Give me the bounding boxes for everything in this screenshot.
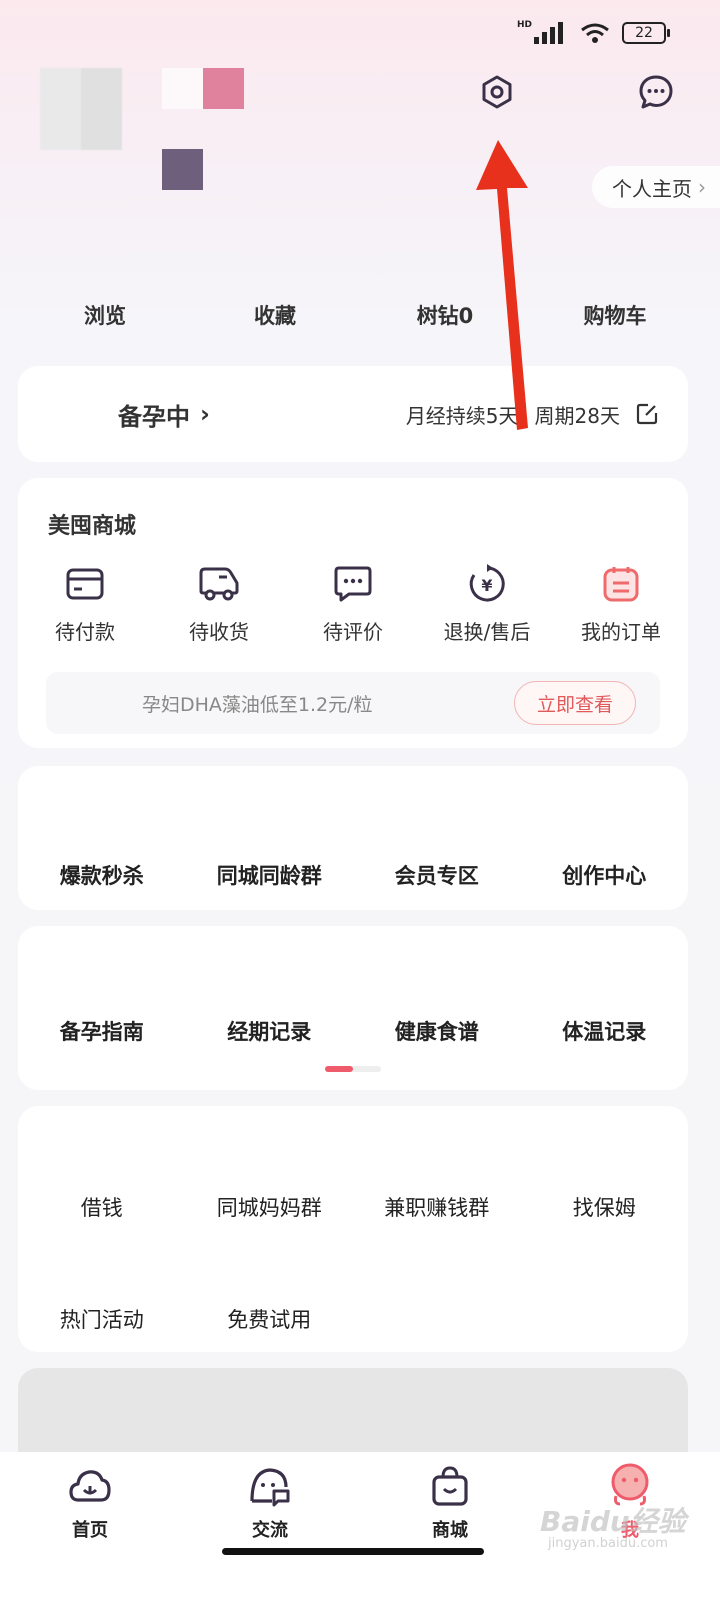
quick-link-points[interactable]: 树钻0: [360, 300, 530, 330]
username-blur: [162, 149, 203, 190]
tab-label: 交流: [252, 1520, 288, 1541]
feature-local-mom-group[interactable]: 同城妈妈群: [186, 1192, 354, 1222]
truck-icon: [199, 567, 239, 601]
feature-hot-activities[interactable]: 热门活动: [18, 1304, 186, 1334]
feature-part-time-group[interactable]: 兼职赚钱群: [353, 1192, 521, 1222]
signal-icon: [534, 22, 563, 44]
page-indicator-active: [325, 1066, 353, 1072]
order-label: 待评价: [323, 620, 383, 644]
tab-shop[interactable]: 商城: [360, 1462, 540, 1542]
tab-label: 商城: [432, 1520, 468, 1541]
tab-label: 首页: [72, 1520, 108, 1541]
feature-flash-sale[interactable]: 爆款秒杀: [18, 860, 186, 890]
order-list-icon: [603, 567, 639, 602]
feature-empty: [521, 1304, 689, 1334]
refund-icon: ¥: [469, 564, 505, 602]
tab-community[interactable]: 交流: [180, 1462, 360, 1542]
order-shortcuts: 待付款 待收货 待评价 ¥ 退换/售后 我的订单: [18, 562, 688, 645]
order-my-orders[interactable]: 我的订单: [554, 562, 688, 645]
username-blur: [203, 68, 244, 109]
order-label: 待收货: [189, 620, 249, 644]
order-refund[interactable]: ¥ 退换/售后: [420, 562, 554, 645]
feature-local-peer-group[interactable]: 同城同龄群: [186, 860, 354, 890]
order-pending-delivery[interactable]: 待收货: [152, 562, 286, 645]
feature-healthy-recipes[interactable]: 健康食谱: [353, 1016, 521, 1046]
feature-period-record[interactable]: 经期记录: [186, 1016, 354, 1046]
pregnancy-status-card: 备孕中 › 月经持续5天 周期28天: [18, 366, 688, 462]
settings-icon: [482, 75, 512, 109]
feature-borrow-money[interactable]: 借钱: [18, 1192, 186, 1222]
promo-banner[interactable]: 孕妇DHA藻油低至1.2元/粒 立即查看: [46, 672, 660, 734]
chevron-right-icon: ›: [698, 175, 706, 199]
feature-row: 借钱 同城妈妈群 兼职赚钱群 找保姆: [18, 1192, 688, 1222]
promo-text: 孕妇DHA藻油低至1.2元/粒: [142, 694, 373, 716]
shopping-bag-icon: [432, 1466, 468, 1506]
svg-text:¥: ¥: [481, 576, 492, 595]
watermark-url: jingyan.baidu.com: [548, 1536, 668, 1551]
feature-card-1: 爆款秒杀 同城同龄群 会员专区 创作中心: [18, 766, 688, 910]
status-bar: HD 22: [516, 18, 670, 48]
shop-card: 美囤商城 待付款 待收货 待评价 ¥ 退换/售后 我的订单 孕妇DHA藻油低至1…: [18, 478, 688, 748]
community-icon: [250, 1468, 290, 1507]
feature-member-zone[interactable]: 会员专区: [353, 860, 521, 890]
home-cloud-icon: [69, 1470, 111, 1502]
stage-selector[interactable]: 备孕中 ›: [118, 397, 210, 432]
shop-title: 美囤商城: [48, 514, 137, 539]
feature-empty: [353, 1304, 521, 1334]
network-type: HD: [516, 20, 532, 30]
feature-find-nanny[interactable]: 找保姆: [521, 1192, 689, 1222]
feature-pregnancy-guide[interactable]: 备孕指南: [18, 1016, 186, 1046]
wifi-icon: [581, 23, 609, 43]
stage-label: 备孕中: [118, 402, 190, 431]
quick-link-favorites[interactable]: 收藏: [190, 300, 360, 330]
profile-link-label: 个人主页: [612, 176, 692, 201]
avatar[interactable]: [40, 68, 122, 150]
feature-row: 爆款秒杀 同城同龄群 会员专区 创作中心: [18, 860, 688, 890]
feature-card-2: 备孕指南 经期记录 健康食谱 体温记录: [18, 926, 688, 1090]
feature-row: 备孕指南 经期记录 健康食谱 体温记录: [18, 1016, 688, 1046]
home-indicator[interactable]: [222, 1548, 484, 1555]
order-label: 待付款: [55, 620, 115, 644]
settings-button[interactable]: [477, 72, 517, 112]
battery-icon: 22: [622, 22, 670, 44]
feature-temperature-record[interactable]: 体温记录: [521, 1016, 689, 1046]
messages-button[interactable]: [636, 72, 676, 112]
battery-level: 22: [635, 25, 653, 41]
username-blur: [162, 68, 203, 109]
order-pending-review[interactable]: 待评价: [286, 562, 420, 645]
period-duration: 月经持续5天: [405, 403, 519, 428]
feature-creator-center[interactable]: 创作中心: [521, 860, 689, 890]
order-label: 我的订单: [581, 620, 661, 644]
cycle-length: 周期28天: [534, 403, 620, 428]
quick-links: 浏览 收藏 树钻0 购物车: [20, 300, 700, 330]
quick-link-browse[interactable]: 浏览: [20, 300, 190, 330]
tab-home[interactable]: 首页: [0, 1462, 180, 1542]
order-label: 退换/售后: [443, 620, 531, 644]
feature-row: 热门活动 免费试用: [18, 1304, 688, 1334]
quick-link-cart[interactable]: 购物车: [530, 300, 700, 330]
page-indicator: [325, 1066, 381, 1072]
profile-page-link[interactable]: 个人主页 ›: [592, 166, 720, 208]
feature-free-trial[interactable]: 免费试用: [186, 1304, 354, 1334]
view-now-button[interactable]: 立即查看: [514, 681, 636, 725]
chevron-right-icon: ›: [200, 400, 210, 428]
wallet-icon: [66, 568, 104, 600]
order-pending-payment[interactable]: 待付款: [18, 562, 152, 645]
feature-card-3: 借钱 同城妈妈群 兼职赚钱群 找保姆 热门活动 免费试用: [18, 1106, 688, 1352]
comment-icon: [334, 566, 372, 602]
edit-icon[interactable]: [636, 403, 658, 425]
cycle-info[interactable]: 月经持续5天 周期28天: [406, 400, 658, 429]
watermark: Baidu经验: [540, 1505, 686, 1538]
chat-bubble-icon: [639, 75, 673, 109]
